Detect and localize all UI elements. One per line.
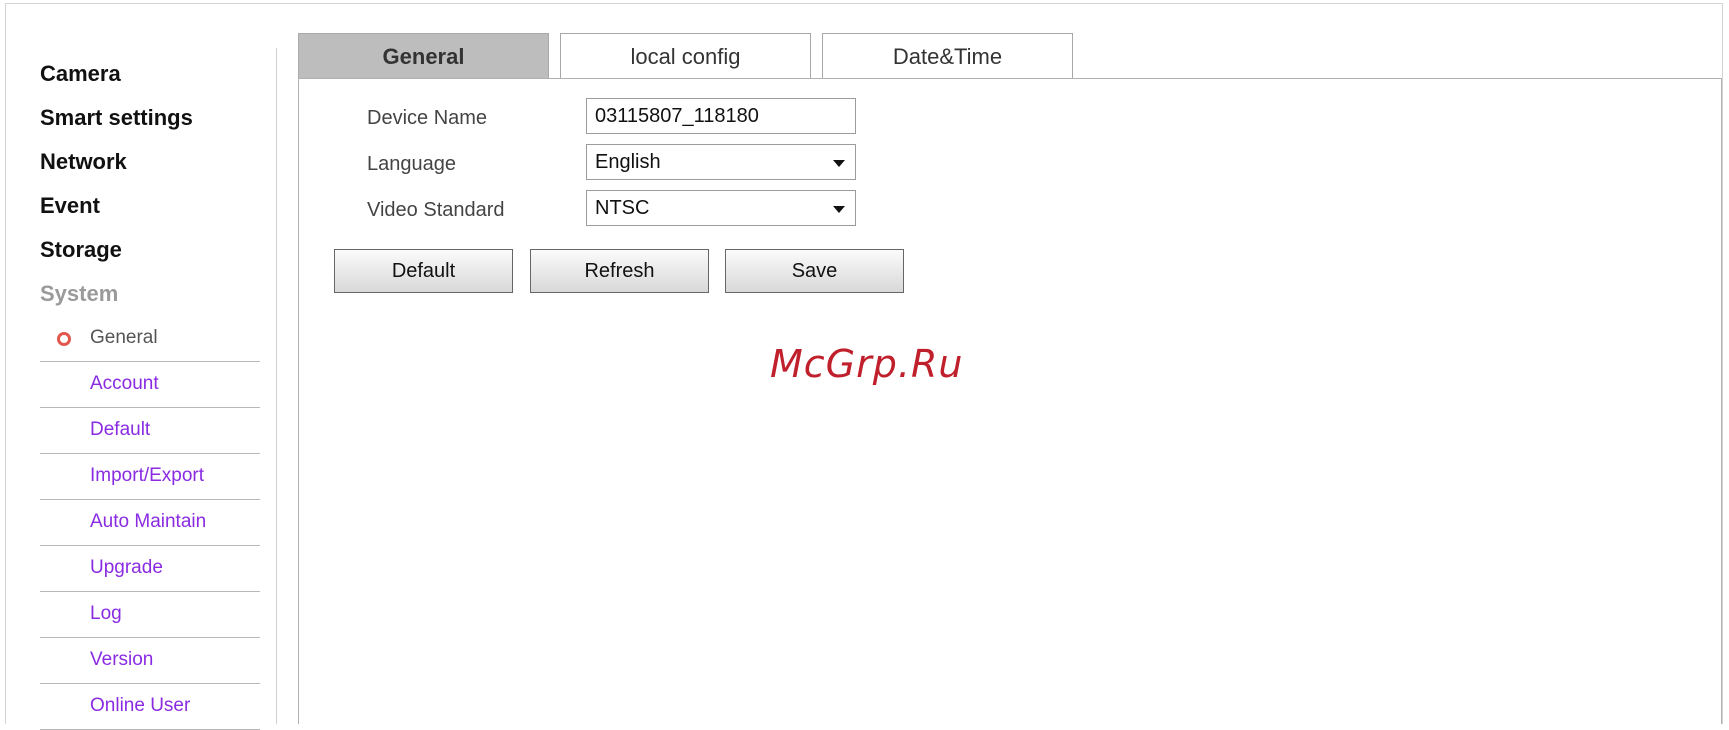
- sidebar-item-camera[interactable]: Camera: [40, 52, 260, 96]
- submenu-item-auto-maintain[interactable]: Auto Maintain: [40, 500, 260, 546]
- language-label: Language: [367, 153, 456, 175]
- sidebar-item-event[interactable]: Event: [40, 184, 260, 228]
- chevron-down-icon: [833, 160, 845, 167]
- sidebar-item-system[interactable]: System: [40, 272, 260, 316]
- submenu-item-account[interactable]: Account: [40, 362, 260, 408]
- active-bullet-icon: [57, 332, 71, 346]
- device-name-value: 03115807_118180: [595, 105, 759, 127]
- submenu-item-label: Upgrade: [90, 557, 163, 578]
- submenu-item-label: General: [90, 327, 158, 348]
- submenu-item-import-export[interactable]: Import/Export: [40, 454, 260, 500]
- submenu-item-online-user[interactable]: Online User: [40, 684, 260, 730]
- chevron-down-icon: [833, 206, 845, 213]
- video-standard-label: Video Standard: [367, 199, 505, 221]
- language-select[interactable]: English: [586, 144, 856, 180]
- tab-date-time[interactable]: Date&Time: [822, 33, 1073, 79]
- system-submenu: General Account Default Import/Export Au…: [40, 316, 260, 730]
- submenu-item-label: Log: [90, 603, 122, 624]
- device-name-input[interactable]: 03115807_118180: [586, 98, 856, 134]
- sidebar: Camera Smart settings Network Event Stor…: [40, 52, 260, 730]
- submenu-item-label: Version: [90, 649, 154, 670]
- submenu-item-label: Import/Export: [90, 465, 205, 486]
- submenu-item-general[interactable]: General: [40, 316, 260, 362]
- sidebar-item-smart-settings[interactable]: Smart settings: [40, 96, 260, 140]
- sidebar-item-network[interactable]: Network: [40, 140, 260, 184]
- tab-content-panel: [298, 78, 1722, 724]
- submenu-item-log[interactable]: Log: [40, 592, 260, 638]
- sidebar-item-storage[interactable]: Storage: [40, 228, 260, 272]
- video-standard-value: NTSC: [595, 197, 650, 219]
- save-button[interactable]: Save: [725, 249, 904, 293]
- language-value: English: [595, 151, 661, 173]
- submenu-item-label: Default: [90, 419, 151, 440]
- submenu-item-upgrade[interactable]: Upgrade: [40, 546, 260, 592]
- watermark: McGrp.Ru: [770, 342, 964, 386]
- video-standard-select[interactable]: NTSC: [586, 190, 856, 226]
- default-button[interactable]: Default: [334, 249, 513, 293]
- submenu-item-label: Auto Maintain: [90, 511, 207, 532]
- sidebar-divider: [276, 48, 277, 724]
- submenu-item-version[interactable]: Version: [40, 638, 260, 684]
- tab-general[interactable]: General: [298, 33, 549, 79]
- device-name-label: Device Name: [367, 107, 488, 129]
- tab-local-config[interactable]: local config: [560, 33, 811, 79]
- refresh-button[interactable]: Refresh: [530, 249, 709, 293]
- submenu-item-label: Account: [90, 373, 159, 394]
- submenu-item-default[interactable]: Default: [40, 408, 260, 454]
- submenu-item-label: Online User: [90, 695, 191, 716]
